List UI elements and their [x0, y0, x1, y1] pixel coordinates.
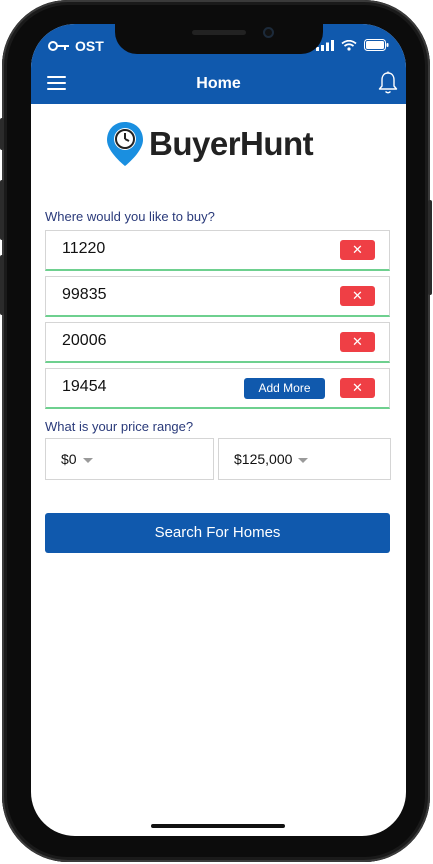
brand-logo: BuyerHunt	[105, 120, 314, 168]
screen: OST Home BuyerHunt Where would you like …	[31, 24, 406, 836]
speaker	[192, 30, 246, 35]
page-title: Home	[196, 75, 241, 92]
remove-zip-button[interactable]: ✕	[340, 286, 375, 306]
notch	[115, 24, 323, 54]
zip-code-field[interactable]: 99835 ✕	[45, 276, 390, 317]
silent-switch	[0, 118, 4, 150]
dropdown-caret-icon	[298, 457, 309, 463]
min-price-value: $0	[61, 451, 77, 467]
home-indicator[interactable]	[151, 824, 285, 828]
max-price-display: $125,000	[234, 451, 309, 467]
remove-zip-button[interactable]: ✕	[340, 332, 375, 352]
front-camera	[263, 27, 274, 38]
min-price-display: $0	[61, 451, 93, 467]
zip-code-value: 99835	[62, 286, 107, 303]
location-section-label: Where would you like to buy?	[45, 209, 215, 224]
brand-name: BuyerHunt	[149, 125, 314, 162]
zip-code-value: 19454	[62, 378, 107, 395]
zip-code-value: 11220	[62, 240, 106, 257]
status-bar-right	[316, 39, 389, 51]
status-bar-left: OST	[48, 38, 104, 54]
notifications-button[interactable]	[378, 71, 398, 100]
volume-up-button	[0, 180, 4, 240]
carrier-label: OST	[75, 38, 104, 54]
battery-icon	[364, 39, 389, 51]
zip-code-field[interactable]: 19454 Add More ✕	[45, 368, 390, 409]
remove-zip-button[interactable]: ✕	[340, 378, 375, 398]
location-clock-icon	[107, 122, 143, 166]
carrier-toggle-icon	[48, 41, 69, 51]
add-more-button[interactable]: Add More	[244, 378, 325, 399]
bell-icon	[378, 71, 398, 94]
min-price-select[interactable]: $0	[45, 438, 214, 480]
zip-code-field[interactable]: 20006 ✕	[45, 322, 390, 363]
max-price-value: $125,000	[234, 451, 293, 467]
price-section-label: What is your price range?	[45, 419, 194, 434]
max-price-select[interactable]: $125,000	[218, 438, 391, 480]
zip-code-value: 20006	[62, 332, 107, 349]
volume-down-button	[0, 255, 4, 315]
power-button	[428, 200, 432, 295]
dropdown-caret-icon	[82, 457, 93, 463]
wifi-icon	[341, 39, 357, 51]
remove-zip-button[interactable]: ✕	[340, 240, 375, 260]
zip-code-field[interactable]: 11220 ✕	[45, 230, 390, 271]
phone-frame: OST Home BuyerHunt Where would you like …	[0, 0, 432, 862]
search-for-homes-button[interactable]: Search For Homes	[45, 513, 390, 553]
